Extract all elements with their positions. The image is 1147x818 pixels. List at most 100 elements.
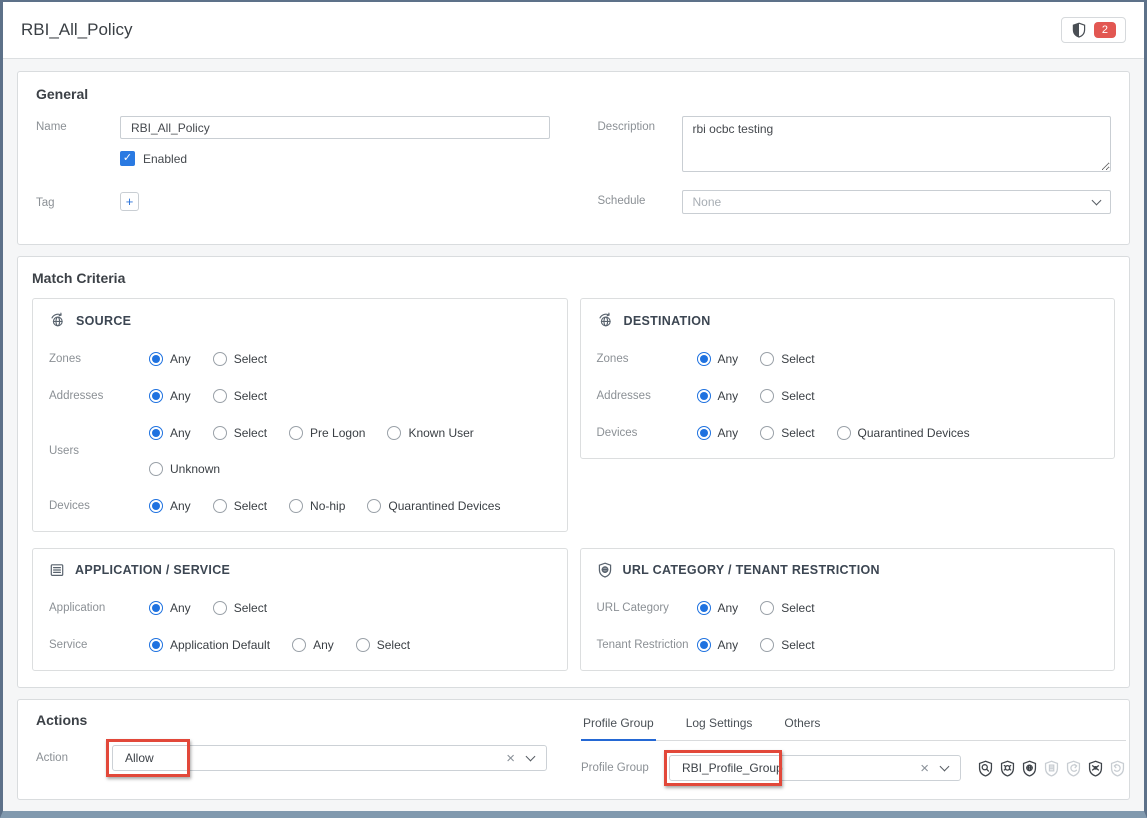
radio-label: Known User [408,426,473,440]
radio-option-select[interactable]: Select [213,389,267,403]
radio-option-select[interactable]: Select [356,638,410,652]
name-input[interactable] [120,116,550,139]
radio-icon[interactable] [149,638,163,652]
radio-option-select[interactable]: Select [760,352,814,366]
actions-tabs: Profile Group Log Settings Others [581,712,1126,741]
radio-icon[interactable] [697,389,711,403]
radio-icon[interactable] [367,499,381,513]
chevron-down-icon[interactable] [526,751,536,761]
criteria-row-service: ServiceApplication DefaultAnySelect [49,638,551,652]
radio-icon[interactable] [149,426,163,440]
radio-option-any[interactable]: Any [697,389,739,403]
criteria-row-tenant-restriction: Tenant RestrictionAny Select [597,638,1099,652]
radio-icon[interactable] [213,499,227,513]
radio-option-any[interactable]: Any [697,426,739,440]
radio-option-select[interactable]: Select [760,426,814,440]
radio-option-any[interactable]: Any [697,638,739,652]
general-section-title: General [36,86,1111,102]
enabled-checkbox[interactable] [120,151,135,166]
radio-icon[interactable] [292,638,306,652]
radio-icon[interactable] [760,352,774,366]
chevron-down-icon [1092,195,1102,205]
radio-label: Application Default [170,638,270,652]
profile-group-select[interactable]: RBI_Profile_Group × [669,755,961,781]
radio-option-select[interactable]: Select [213,426,267,440]
radio-option-any[interactable]: Any [292,638,334,652]
radio-label: Any [718,426,739,440]
radio-option-application-default[interactable]: Application Default [149,638,270,652]
radio-label: Pre Logon [310,426,365,440]
radio-icon[interactable] [213,426,227,440]
radio-option-any[interactable]: Any [697,601,739,615]
radio-icon[interactable] [289,499,303,513]
radio-label: Select [781,352,814,366]
radio-option-select[interactable]: Select [213,352,267,366]
radio-icon[interactable] [213,352,227,366]
criteria-row-devices: DevicesAnySelectNo-hipQuarantined Device… [49,499,551,513]
radio-option-no-hip[interactable]: No-hip [289,499,345,513]
radio-option-any[interactable]: Any [149,426,191,440]
criteria-row-application: ApplicationAnySelect [49,601,551,615]
match-criteria-panels: SOURCEZonesAnySelectAddressesAnySelectUs… [32,298,1115,671]
radio-icon[interactable] [760,389,774,403]
radio-icon[interactable] [697,601,711,615]
criteria-label: Tenant Restriction [597,639,697,651]
radio-option-any[interactable]: Any [149,352,191,366]
radio-label: Select [781,601,814,615]
radio-option-quarantined-devices[interactable]: Quarantined Devices [837,426,970,440]
name-label: Name [36,116,120,133]
tab-others[interactable]: Others [782,712,822,740]
panel-title: SOURCE [76,314,131,328]
globe-sync-icon [597,312,614,329]
radio-label: Select [234,499,267,513]
profile-alert-button[interactable]: 2 [1061,17,1126,43]
radio-label: Any [718,601,739,615]
radio-icon[interactable] [289,426,303,440]
panel-destination: DESTINATIONZonesAnySelectAddressesAnySel… [580,298,1116,459]
data-filtering-shield-icon [1065,760,1082,777]
radio-icon[interactable] [697,426,711,440]
tab-profile-group[interactable]: Profile Group [581,712,656,741]
radio-icon[interactable] [149,601,163,615]
radio-icon[interactable] [387,426,401,440]
add-tag-button[interactable]: + [120,192,139,211]
radio-option-select[interactable]: Select [760,601,814,615]
radio-icon[interactable] [149,352,163,366]
radio-option-select[interactable]: Select [213,499,267,513]
description-textarea[interactable]: rbi ocbc testing [682,116,1112,172]
radio-option-unknown[interactable]: Unknown [149,462,220,476]
radio-icon[interactable] [697,638,711,652]
radio-icon[interactable] [837,426,851,440]
radio-option-any[interactable]: Any [149,389,191,403]
radio-icon[interactable] [149,499,163,513]
radio-label: Select [234,601,267,615]
clear-icon[interactable]: × [506,751,515,766]
radio-option-any[interactable]: Any [149,601,191,615]
radio-icon[interactable] [213,389,227,403]
radio-icon[interactable] [149,462,163,476]
radio-icon[interactable] [213,601,227,615]
radio-option-select[interactable]: Select [213,601,267,615]
file-blocking-shield-icon [1043,760,1060,777]
radio-icon[interactable] [149,389,163,403]
tab-log-settings[interactable]: Log Settings [684,712,755,740]
radio-option-pre-logon[interactable]: Pre Logon [289,426,365,440]
schedule-select[interactable]: None [682,190,1112,214]
action-select[interactable]: Allow × [112,745,547,771]
radio-icon[interactable] [760,426,774,440]
radio-icon[interactable] [760,638,774,652]
radio-option-any[interactable]: Any [149,499,191,513]
chevron-down-icon[interactable] [940,761,950,771]
criteria-label: URL Category [597,602,697,614]
clear-icon[interactable]: × [920,761,929,776]
radio-label: Any [170,426,191,440]
panel-title: APPLICATION / SERVICE [75,563,230,577]
radio-option-quarantined-devices[interactable]: Quarantined Devices [367,499,500,513]
radio-option-select[interactable]: Select [760,638,814,652]
radio-option-known-user[interactable]: Known User [387,426,473,440]
radio-icon[interactable] [356,638,370,652]
radio-icon[interactable] [697,352,711,366]
radio-icon[interactable] [760,601,774,615]
radio-option-any[interactable]: Any [697,352,739,366]
radio-option-select[interactable]: Select [760,389,814,403]
